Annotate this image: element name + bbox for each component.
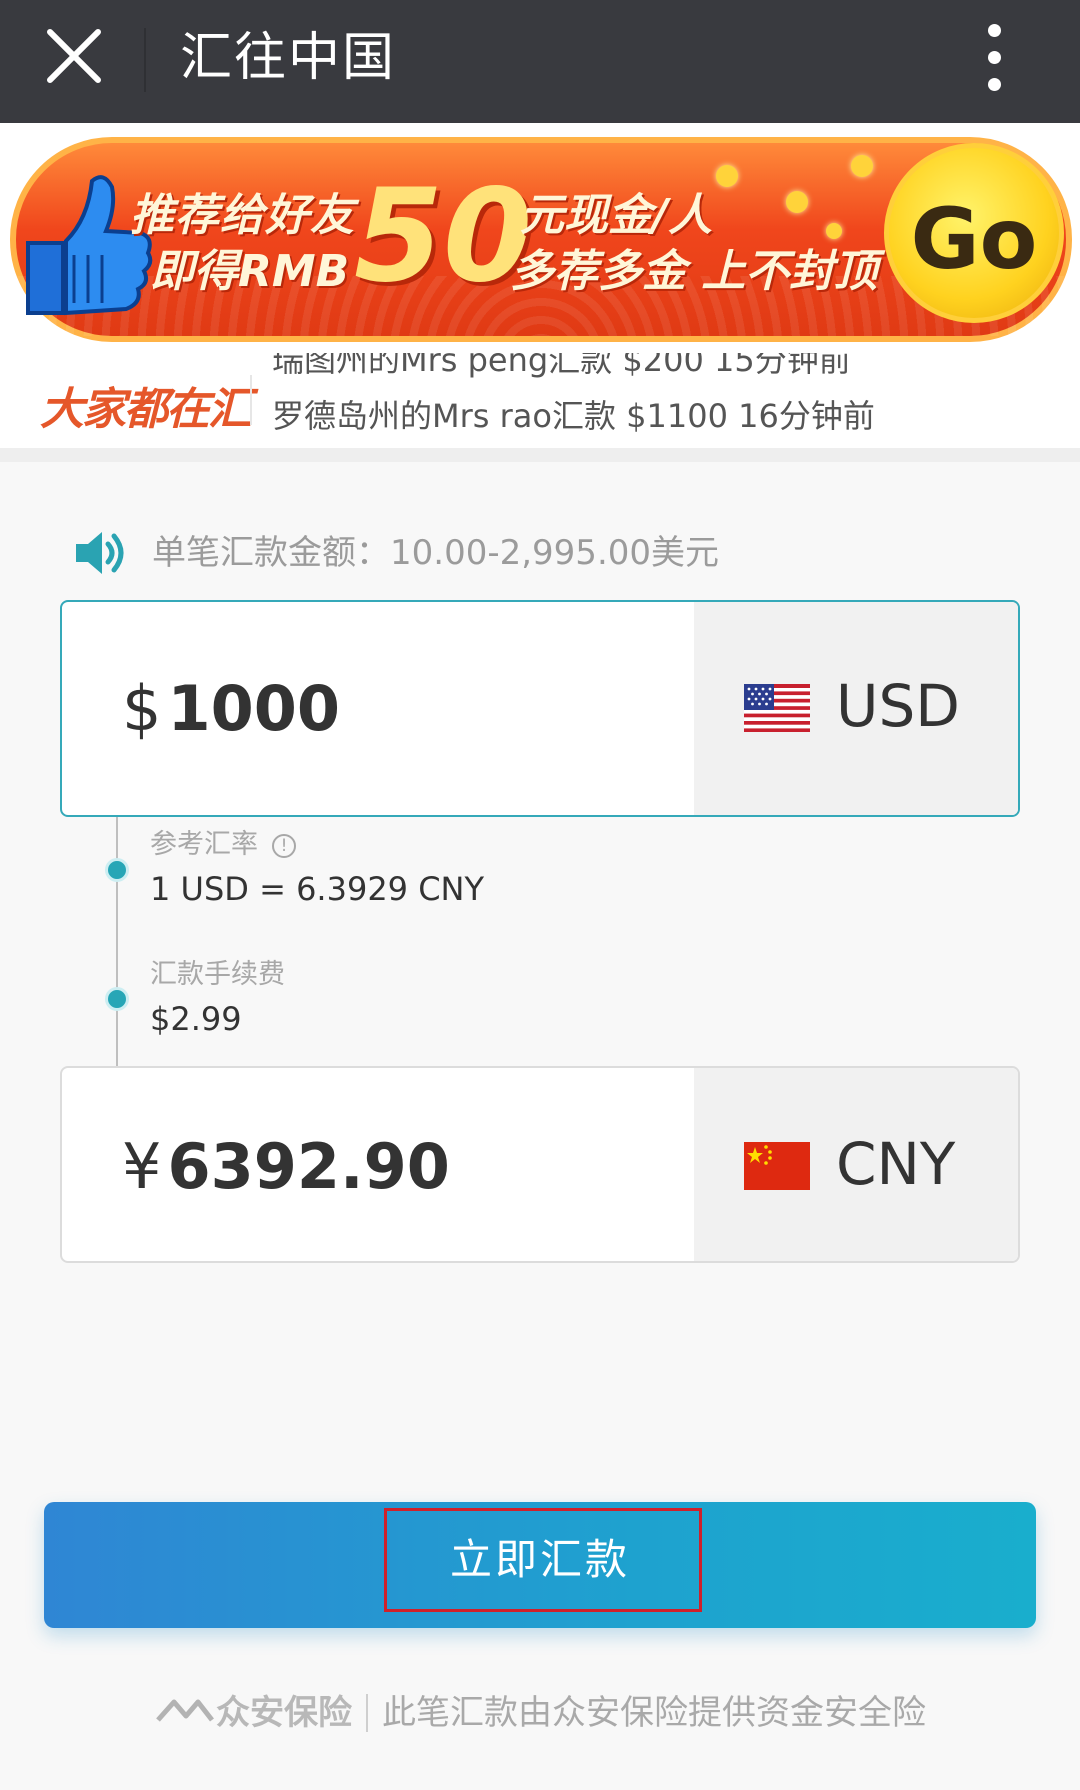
more-dot-icon — [988, 78, 1001, 91]
promo-amount: 50 — [354, 162, 533, 311]
top-bar: 汇往中国 — [0, 0, 1080, 123]
promo-go-label: Go — [910, 190, 1038, 288]
exchange-rate-value: 1 USD = 6.3929 CNY — [150, 870, 485, 908]
ticker-logo: 大家都在汇 — [40, 384, 252, 435]
us-flag-icon — [744, 684, 810, 732]
timeline-dot — [105, 987, 129, 1011]
send-now-label: 立即汇款 — [449, 1535, 630, 1584]
exchange-rate-label: 参考汇率 — [150, 829, 258, 860]
info-icon[interactable]: ! — [272, 834, 296, 858]
send-amount-box: $1000 USD — [60, 600, 1020, 817]
topbar-divider — [144, 28, 146, 92]
page-title: 汇往中国 — [180, 28, 397, 88]
fee-value: $2.99 — [150, 1000, 242, 1038]
send-currency-selector[interactable]: USD — [694, 602, 1018, 815]
promo-go-button[interactable]: Go — [884, 143, 1064, 323]
receive-currency-selector[interactable]: CNY — [694, 1068, 1018, 1261]
receive-currency-code: CNY — [836, 1130, 956, 1198]
promo-line-2: 即得RMB — [150, 246, 350, 297]
fee-label: 汇款手续费 — [150, 959, 285, 990]
insurance-text: 此笔汇款由众安保险提供资金安全险 — [382, 1693, 926, 1733]
ticker-item: 瑞图州的Mrs peng汇款 $200 15分钟前 — [272, 353, 851, 379]
insurance-brand: 众安保险 — [216, 1693, 352, 1733]
exchange-rate-label-row: 参考汇率! — [150, 822, 296, 861]
footer-divider — [366, 1694, 368, 1732]
cn-flag-icon — [744, 1142, 810, 1190]
usd-symbol: $ — [122, 672, 162, 745]
activity-ticker: 大家都在汇 瑞图州的Mrs peng汇款 $200 15分钟前 罗德岛州的Mrs… — [0, 353, 1080, 448]
timeline-dot — [105, 858, 129, 882]
amount-limit-notice: 单笔汇款金额：10.00-2,995.00美元 — [152, 533, 720, 573]
ticker-divider — [250, 375, 252, 425]
send-currency-code: USD — [836, 672, 960, 740]
more-dot-icon — [988, 51, 1001, 64]
receive-amount-input[interactable]: ¥6392.90 — [122, 1130, 450, 1203]
send-amount-value: 1000 — [167, 672, 341, 745]
promo-line-3: 元现金/人 — [520, 190, 713, 241]
section-divider — [0, 448, 1080, 462]
timeline-line — [116, 817, 118, 1066]
speaker-icon — [74, 530, 126, 576]
more-menu-button[interactable] — [970, 18, 1020, 98]
receive-amount-value: 6392.90 — [167, 1130, 450, 1203]
promo-banner[interactable]: 推荐给好友 即得RMB 50 元现金/人 多荐多金 上不封顶 Go — [0, 123, 1080, 353]
close-button[interactable] — [40, 22, 110, 92]
send-now-button[interactable]: 立即汇款 — [44, 1502, 1036, 1628]
close-icon — [47, 29, 101, 83]
receive-amount-box: ¥6392.90 CNY — [60, 1066, 1020, 1263]
coin-decoration — [851, 155, 873, 177]
promo-line-1: 推荐给好友 — [130, 190, 355, 241]
more-dot-icon — [988, 24, 1001, 37]
coin-decoration — [716, 165, 738, 187]
insurance-footer: 众安保险 此笔汇款由众安保险提供资金安全险 — [0, 1685, 1080, 1745]
coin-decoration — [786, 191, 808, 213]
ticker-item: 罗德岛州的Mrs rao汇款 $1100 16分钟前 — [272, 397, 875, 435]
zhongan-logo-icon — [156, 1699, 214, 1722]
cny-symbol: ¥ — [122, 1130, 162, 1203]
send-amount-input[interactable]: $1000 — [122, 672, 340, 745]
promo-line-4: 多荐多金 上不封顶 — [510, 246, 878, 297]
